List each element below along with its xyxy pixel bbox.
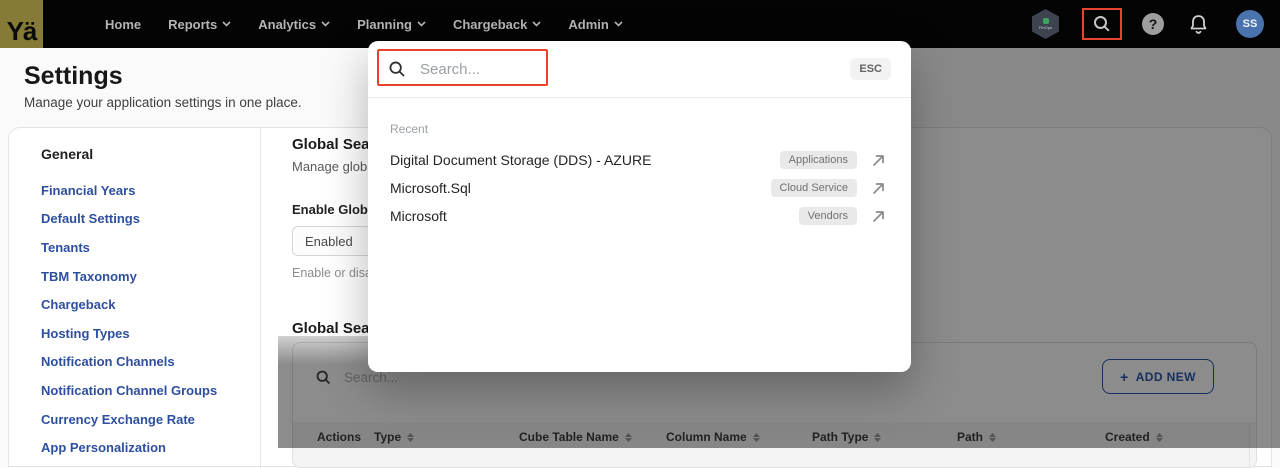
sort-icon bbox=[753, 433, 760, 442]
open-arrow-icon[interactable] bbox=[871, 181, 886, 196]
question-icon: ? bbox=[1149, 16, 1158, 32]
open-arrow-icon[interactable] bbox=[871, 209, 886, 224]
column-header-actions: Actions bbox=[317, 430, 374, 444]
settings-sidebar: General Financial Years Default Settings… bbox=[9, 128, 261, 468]
user-avatar[interactable]: SS bbox=[1236, 10, 1264, 38]
table-column-divider bbox=[1249, 422, 1250, 468]
modal-search-row: ESC bbox=[368, 41, 911, 98]
sidebar-item-financial-years[interactable]: Financial Years bbox=[41, 176, 260, 205]
recent-section-title: Recent bbox=[368, 122, 911, 136]
navbar-right-icons: FinOps ? SS bbox=[1032, 0, 1270, 48]
column-header-type[interactable]: Type bbox=[374, 430, 519, 444]
sidebar-section-title: General bbox=[41, 146, 260, 162]
finops-certification-badge-icon: FinOps bbox=[1032, 9, 1059, 39]
chevron-down-icon bbox=[614, 21, 623, 27]
nav-item-planning[interactable]: Planning bbox=[357, 17, 426, 32]
page-subtitle: Manage your application settings in one … bbox=[24, 95, 302, 110]
sidebar-item-currency-exchange-rate[interactable]: Currency Exchange Rate bbox=[41, 405, 260, 434]
column-header-path-type[interactable]: Path Type bbox=[812, 430, 957, 444]
global-search-modal: ESC Recent Digital Document Storage (DDS… bbox=[368, 41, 911, 372]
sidebar-item-chargeback[interactable]: Chargeback bbox=[41, 290, 260, 319]
notifications-button[interactable] bbox=[1189, 14, 1208, 35]
nav-item-home[interactable]: Home bbox=[105, 17, 141, 32]
sort-icon bbox=[1156, 433, 1163, 442]
sort-icon bbox=[989, 433, 996, 442]
chevron-down-icon bbox=[321, 21, 330, 27]
search-result-row[interactable]: Microsoft.Sql Cloud Service bbox=[368, 174, 911, 202]
search-icon bbox=[388, 60, 406, 78]
nav-item-admin[interactable]: Admin bbox=[568, 17, 622, 32]
modal-results: Recent Digital Document Storage (DDS) - … bbox=[368, 98, 911, 230]
sort-icon bbox=[625, 433, 632, 442]
sidebar-item-hosting-types[interactable]: Hosting Types bbox=[41, 319, 260, 348]
column-header-cube-table-name[interactable]: Cube Table Name bbox=[519, 430, 666, 444]
annotation-red-box bbox=[1082, 8, 1122, 40]
sidebar-item-tbm-taxonomy[interactable]: TBM Taxonomy bbox=[41, 262, 260, 291]
sidebar-item-default-settings[interactable]: Default Settings bbox=[41, 205, 260, 234]
sidebar-item-tenants[interactable]: Tenants bbox=[41, 233, 260, 262]
column-header-path[interactable]: Path bbox=[957, 430, 1105, 444]
chevron-down-icon bbox=[222, 21, 231, 27]
column-header-created[interactable]: Created bbox=[1105, 430, 1249, 444]
result-name: Digital Document Storage (DDS) - AZURE bbox=[390, 152, 780, 168]
plus-icon: + bbox=[1120, 369, 1129, 385]
chevron-down-icon bbox=[532, 21, 541, 27]
help-button[interactable]: ? bbox=[1142, 13, 1164, 35]
main-menu: Home Reports Analytics Planning Chargeba… bbox=[105, 17, 623, 32]
sort-icon bbox=[407, 433, 414, 442]
sort-icon bbox=[874, 433, 881, 442]
nav-item-chargeback[interactable]: Chargeback bbox=[453, 17, 541, 32]
nav-item-analytics[interactable]: Analytics bbox=[258, 17, 330, 32]
sidebar-item-notification-channels[interactable]: Notification Channels bbox=[41, 348, 260, 377]
bell-icon bbox=[1189, 14, 1208, 35]
sidebar-item-notification-channel-groups[interactable]: Notification Channel Groups bbox=[41, 376, 260, 405]
table-header-row: Actions Type Cube Table Name Column Name… bbox=[293, 422, 1256, 468]
open-arrow-icon[interactable] bbox=[871, 153, 886, 168]
app-logo[interactable]: Yä bbox=[0, 0, 43, 48]
search-icon bbox=[315, 369, 332, 386]
result-category-badge: Applications bbox=[780, 151, 857, 169]
nav-item-reports[interactable]: Reports bbox=[168, 17, 231, 32]
navbar-search-button[interactable] bbox=[1083, 9, 1121, 39]
result-category-badge: Cloud Service bbox=[771, 179, 857, 197]
result-category-badge: Vendors bbox=[799, 207, 857, 225]
page-title: Settings bbox=[24, 62, 123, 91]
search-result-row[interactable]: Digital Document Storage (DDS) - AZURE A… bbox=[368, 146, 911, 174]
result-name: Microsoft bbox=[390, 208, 799, 224]
result-name: Microsoft.Sql bbox=[390, 180, 771, 196]
add-new-button[interactable]: + ADD NEW bbox=[1102, 359, 1214, 394]
column-header-column-name[interactable]: Column Name bbox=[666, 430, 812, 444]
esc-key-badge[interactable]: ESC bbox=[850, 58, 891, 80]
search-result-row[interactable]: Microsoft Vendors bbox=[368, 202, 911, 230]
chevron-down-icon bbox=[417, 21, 426, 27]
modal-search-input[interactable] bbox=[420, 61, 850, 78]
